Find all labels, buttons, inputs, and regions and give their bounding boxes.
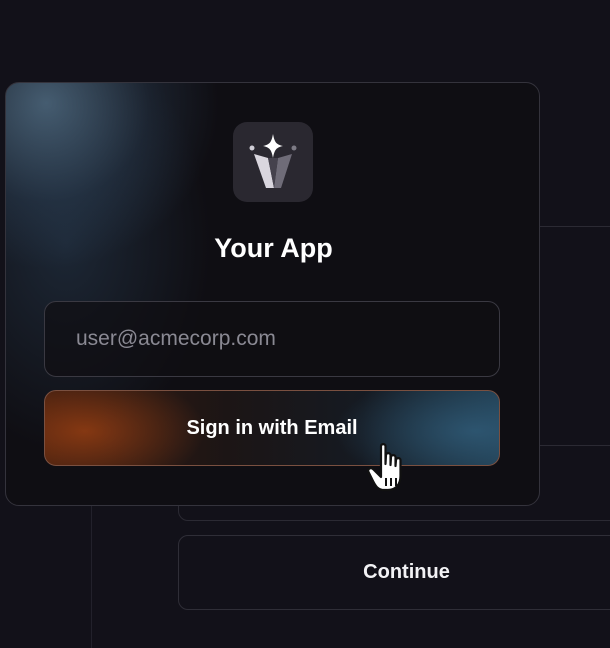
login-card: Your App user@acmecorp.com Sign in with …: [5, 82, 540, 506]
grid-line: [91, 505, 92, 648]
sign-in-button-label: Sign in with Email: [186, 416, 358, 439]
continue-button[interactable]: Continue: [178, 535, 610, 610]
app-title: Your App: [214, 233, 333, 263]
hand-pointer-icon: [367, 443, 402, 492]
app-logo: [233, 122, 313, 202]
sign-in-email-button[interactable]: Sign in with Email: [44, 390, 500, 466]
email-input[interactable]: user@acmecorp.com: [44, 301, 500, 377]
crown-sparkle-icon: [249, 134, 297, 188]
continue-button-label: Continue: [363, 561, 450, 583]
